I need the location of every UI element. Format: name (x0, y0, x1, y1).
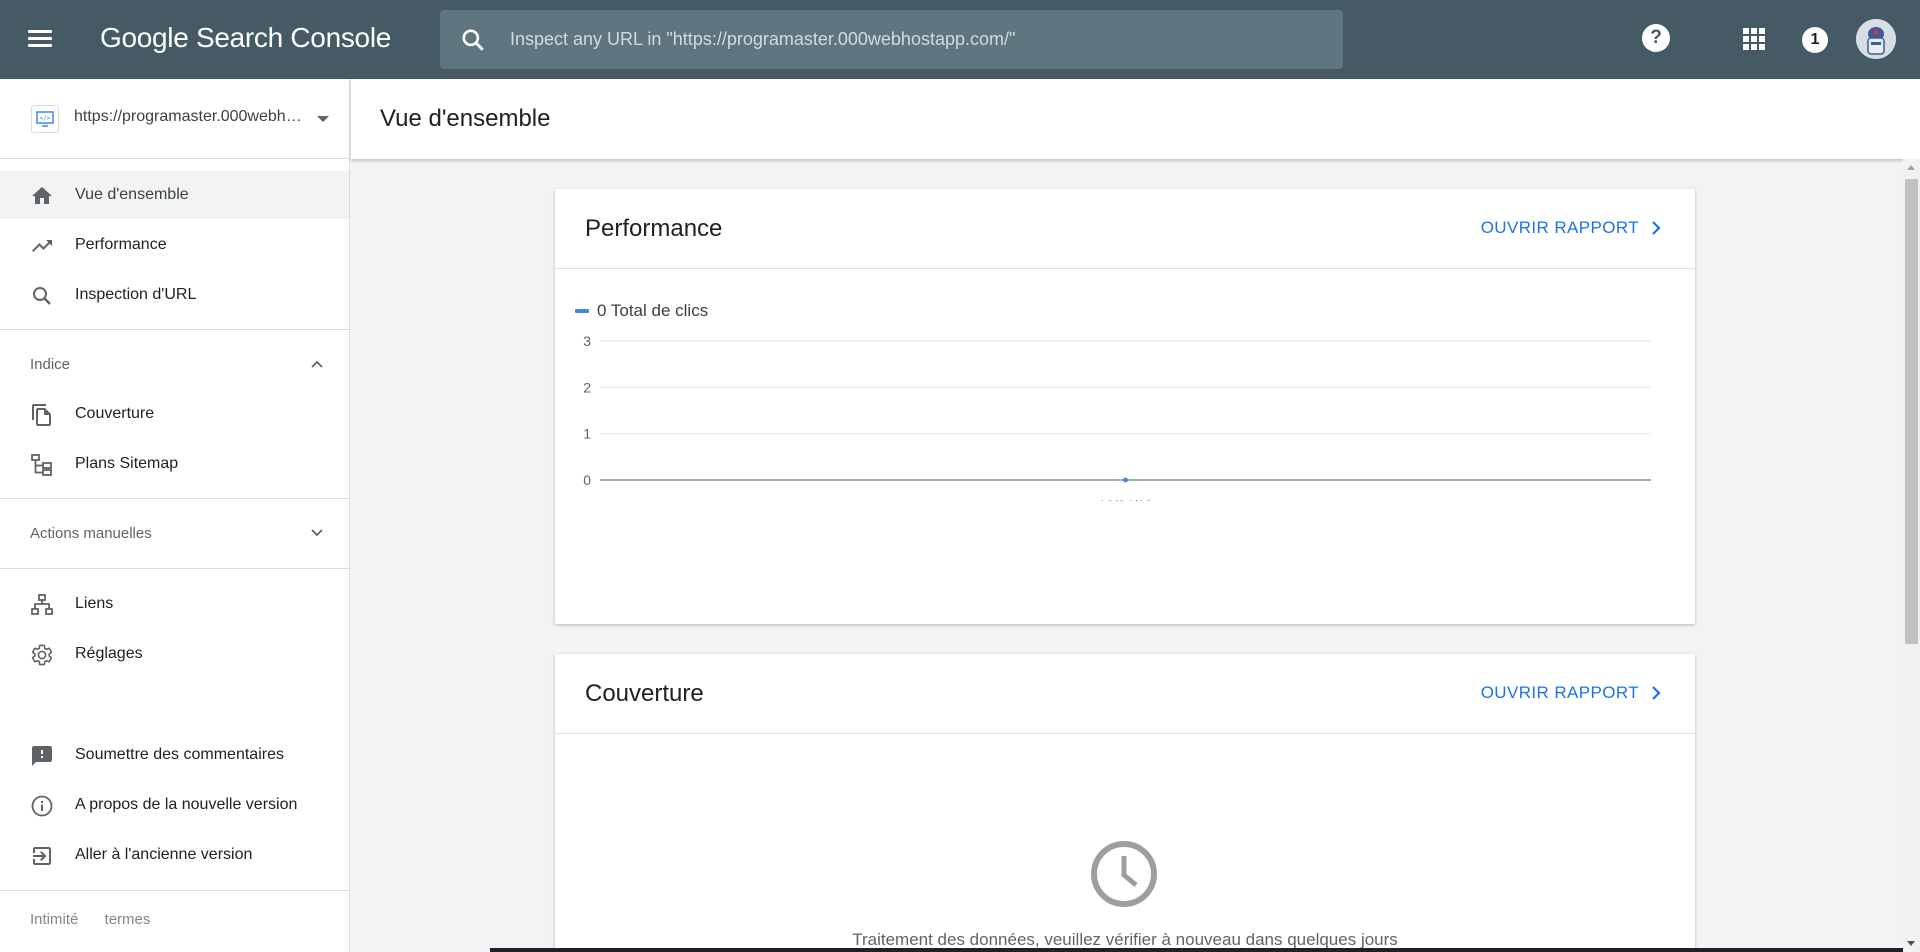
nav-coverage[interactable]: Couverture (0, 390, 349, 438)
clock-icon (1091, 841, 1157, 907)
coverage-card: Couverture OUVRIR RAPPORT Traitement des… (555, 654, 1695, 952)
search-icon[interactable] (460, 27, 486, 53)
sidebar: </> https://programaster.000webhostapp.c… (0, 79, 350, 952)
website-icon: </> (31, 105, 59, 133)
nav-old-version[interactable]: Aller à l'ancienne version (0, 831, 349, 879)
card-header: Couverture OUVRIR RAPPORT (555, 654, 1695, 734)
scroll-down-arrow[interactable] (1907, 941, 1915, 946)
file-copy-icon (32, 404, 51, 426)
legend-label: 0 Total de clics (597, 301, 709, 320)
card-title: Couverture (585, 680, 704, 707)
processing-message: Traitement des données, veuillez vérifie… (852, 930, 1398, 949)
logo-google: Google (100, 22, 189, 53)
nav-about-new-version[interactable]: A propos de la nouvelle version (0, 781, 349, 829)
scroll-thumb[interactable] (1905, 179, 1918, 644)
performance-chart: 0 1 2 3 10/24/18 (583, 333, 1651, 501)
chart-legend[interactable]: 0 Total de clics (575, 301, 708, 321)
url-inspect-search (440, 10, 1343, 69)
caret-down-icon[interactable] (317, 116, 329, 122)
notifications-badge[interactable]: 1 (1802, 27, 1828, 53)
main-content: Performance OUVRIR RAPPORT 0 Total de cl… (351, 159, 1903, 952)
chevron-down-icon (311, 529, 323, 537)
legend-swatch (575, 309, 589, 313)
page-header: Vue d'ensemble (351, 79, 1920, 159)
terms-link[interactable]: termes (105, 911, 151, 928)
y-tick-label: 0 (583, 472, 591, 488)
open-report-label: OUVRIR RAPPORT (1480, 218, 1639, 237)
trending-up-icon (32, 240, 52, 252)
page-title: Vue d'ensemble (380, 105, 551, 132)
y-tick-label: 2 (583, 379, 591, 395)
nav-old-version-label: Aller à l'ancienne version (75, 846, 253, 863)
chevron-up-icon (311, 360, 323, 368)
top-app-bar: Google Search Console ? 1 (0, 0, 1920, 79)
nav-settings-label: Réglages (75, 645, 143, 662)
divider (0, 498, 349, 499)
open-report-button[interactable]: OUVRIR RAPPORT (1481, 683, 1661, 703)
data-point[interactable] (1123, 477, 1128, 483)
nav-overview-label: Vue d'ensemble (75, 186, 189, 203)
card-header: Performance OUVRIR RAPPORT (555, 189, 1695, 269)
sitemap-icon (31, 454, 52, 476)
nav-links[interactable]: Liens (0, 580, 349, 628)
nav-about-new-version-label: A propos de la nouvelle version (75, 796, 298, 813)
feedback-icon (32, 746, 52, 766)
nav-coverage-label: Couverture (75, 405, 155, 422)
nav-overview[interactable]: Vue d'ensemble (0, 171, 349, 219)
section-index-header[interactable]: Indice (0, 341, 349, 389)
performance-card: Performance OUVRIR RAPPORT 0 Total de cl… (555, 189, 1695, 624)
scroll-up-arrow[interactable] (1907, 165, 1915, 170)
menu-icon[interactable] (28, 27, 62, 53)
section-manual-actions-header[interactable]: Actions manuelles (0, 510, 349, 558)
nav-performance[interactable]: Performance (0, 221, 349, 269)
search-icon (33, 287, 51, 305)
divider (0, 890, 349, 891)
divider (0, 568, 349, 569)
nav-sitemaps-label: Plans Sitemap (75, 455, 179, 472)
card-title: Performance (585, 215, 723, 242)
svg-text:</>: </> (40, 115, 51, 122)
nav-sitemaps[interactable]: Plans Sitemap (0, 440, 349, 488)
home-icon (32, 187, 52, 204)
property-selector[interactable]: </> https://programaster.000webhostapp.c… (0, 79, 349, 159)
section-index-label: Indice (30, 356, 71, 373)
help-icon[interactable]: ? (1642, 24, 1670, 52)
app-logo[interactable]: Google Search Console (100, 22, 391, 54)
sidebar-footer: Intimité termes (30, 911, 172, 928)
gear-icon (31, 644, 53, 666)
search-input[interactable] (510, 10, 1330, 69)
exit-icon (33, 847, 51, 865)
x-tick-label: 10/24/18 (1098, 497, 1153, 501)
privacy-link[interactable]: Intimité (30, 911, 78, 928)
taskbar-edge (490, 948, 1903, 952)
nav-performance-label: Performance (75, 236, 167, 253)
open-report-button[interactable]: OUVRIR RAPPORT (1481, 218, 1661, 238)
divider (0, 329, 349, 330)
nav-feedback-label: Soumettre des commentaires (75, 746, 284, 763)
chevron-right-icon (1652, 221, 1661, 235)
links-icon (31, 594, 53, 615)
nav-settings[interactable]: Réglages (0, 630, 349, 678)
nav-url-inspection-label: Inspection d'URL (75, 286, 197, 303)
section-manual-actions-label: Actions manuelles (30, 525, 152, 542)
account-avatar[interactable] (1856, 19, 1896, 59)
y-tick-label: 1 (583, 426, 591, 442)
info-icon (31, 795, 53, 817)
logo-product: Search Console (195, 22, 392, 53)
apps-grid-icon[interactable] (1743, 28, 1765, 50)
open-report-label: OUVRIR RAPPORT (1480, 683, 1639, 702)
main-scrollbar[interactable] (1903, 159, 1920, 952)
nav-links-label: Liens (75, 595, 114, 612)
chevron-right-icon (1652, 686, 1661, 700)
nav-url-inspection[interactable]: Inspection d'URL (0, 271, 349, 319)
property-url: https://programaster.000webhostapp.com/ (74, 108, 302, 125)
y-tick-label: 3 (583, 333, 591, 349)
nav-feedback[interactable]: Soumettre des commentaires (0, 731, 349, 779)
